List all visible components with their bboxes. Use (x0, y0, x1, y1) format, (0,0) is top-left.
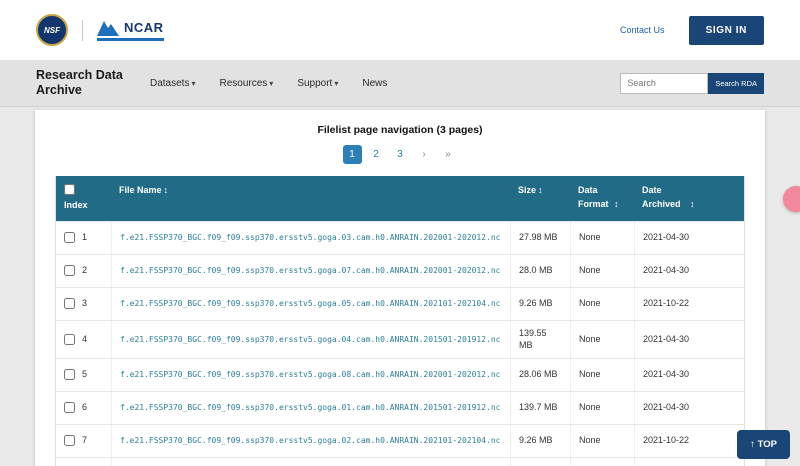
file-format: None (570, 392, 634, 424)
file-link[interactable]: f.e21.FSSP370_BGC.f09_f09.ssp370.ersstv5… (120, 334, 501, 345)
file-format: None (570, 321, 634, 358)
row-checkbox[interactable] (64, 402, 75, 413)
row-index: 7 (82, 434, 87, 447)
pagination: 123 › » (55, 145, 745, 164)
file-date: 2021-04-30 (634, 392, 744, 424)
header-index: Index (56, 176, 111, 221)
table-row: 6 f.e21.FSSP370_BGC.f09_f09.ssp370.ersst… (56, 391, 744, 424)
sort-icon[interactable]: ↕ (538, 185, 543, 195)
file-date: 2021-04-30 (634, 255, 744, 287)
file-link[interactable]: f.e21.FSSP370_BGC.f09_f09.ssp370.ersstv5… (120, 369, 501, 380)
select-all-checkbox[interactable] (64, 184, 75, 195)
file-size: 139.78 MB (510, 458, 570, 466)
file-link[interactable]: f.e21.FSSP370_BGC.f09_f09.ssp370.ersstv5… (120, 265, 501, 276)
chevron-down-icon: ▾ (191, 79, 195, 88)
header-date-archived[interactable]: Date Archived↕ (634, 176, 744, 221)
nav-item-support[interactable]: Support▾ (297, 78, 338, 89)
file-link[interactable]: f.e21.FSSP370_BGC.f09_f09.ssp370.ersstv5… (120, 232, 501, 243)
table-header-row: Index File Name↕ Size↕ Data Format↕ Date… (56, 176, 744, 221)
row-checkbox[interactable] (64, 232, 75, 243)
row-index: 2 (82, 264, 87, 277)
pagination-title: Filelist page navigation (3 pages) (55, 124, 745, 136)
header-file-name[interactable]: File Name↕ (111, 176, 510, 221)
sort-icon[interactable]: ↕ (690, 199, 695, 209)
row-index: 1 (82, 231, 87, 244)
table-body: 1 f.e21.FSSP370_BGC.f09_f09.ssp370.ersst… (56, 221, 744, 466)
file-size: 9.26 MB (510, 425, 570, 457)
row-index: 5 (82, 368, 87, 381)
table-row: 7 f.e21.FSSP370_BGC.f09_f09.ssp370.ersst… (56, 424, 744, 457)
file-size: 139.55 MB (510, 321, 570, 358)
ncar-logo-text: NCAR (124, 20, 164, 35)
last-page-button[interactable]: » (439, 145, 458, 164)
search-rda-button[interactable]: Search RDA (708, 73, 764, 94)
file-link[interactable]: f.e21.FSSP370_BGC.f09_f09.ssp370.ersstv5… (120, 435, 501, 446)
table-row: 2 f.e21.FSSP370_BGC.f09_f09.ssp370.ersst… (56, 254, 744, 287)
file-format: None (570, 458, 634, 466)
top-header: NSF NCAR Contact Us SIGN IN (0, 0, 800, 60)
search-input[interactable] (620, 73, 708, 94)
page: NSF NCAR Contact Us SIGN IN Research Dat… (0, 0, 800, 466)
row-checkbox[interactable] (64, 265, 75, 276)
table-row: 1 f.e21.FSSP370_BGC.f09_f09.ssp370.ersst… (56, 221, 744, 254)
sign-in-button[interactable]: SIGN IN (689, 16, 764, 45)
row-index: 6 (82, 401, 87, 414)
chevron-down-icon: ▾ (269, 79, 273, 88)
table-row: 3 f.e21.FSSP370_BGC.f09_f09.ssp370.ersst… (56, 287, 744, 320)
page-button-1[interactable]: 1 (343, 145, 362, 164)
up-arrow-icon: ↑ (750, 439, 755, 450)
page-button-3[interactable]: 3 (391, 145, 410, 164)
sort-icon[interactable]: ↕ (164, 185, 169, 195)
table-row: 5 f.e21.FSSP370_BGC.f09_f09.ssp370.ersst… (56, 358, 744, 391)
file-size: 28.0 MB (510, 255, 570, 287)
ncar-logo-bar (97, 38, 164, 41)
chevron-down-icon: ▾ (334, 79, 338, 88)
row-checkbox[interactable] (64, 334, 75, 345)
file-size: 9.26 MB (510, 288, 570, 320)
header-size[interactable]: Size↕ (510, 176, 570, 221)
file-format: None (570, 425, 634, 457)
header-data-format[interactable]: Data Format↕ (570, 176, 634, 221)
file-date: 2021-04-30 (634, 321, 744, 358)
nav-item-resources[interactable]: Resources▾ (219, 78, 273, 89)
back-to-top-button[interactable]: ↑ TOP (737, 430, 790, 459)
file-format: None (570, 255, 634, 287)
file-link[interactable]: f.e21.FSSP370_BGC.f09_f09.ssp370.ersstv5… (120, 402, 501, 413)
file-date: 2021-04-30 (634, 359, 744, 391)
header-index-label: Index (64, 199, 88, 213)
row-checkbox[interactable] (64, 298, 75, 309)
contact-us-link[interactable]: Contact Us (620, 25, 665, 35)
file-date: 2021-04-30 (634, 458, 744, 466)
file-link[interactable]: f.e21.FSSP370_BGC.f09_f09.ssp370.ersstv5… (120, 298, 501, 309)
content-area: Filelist page navigation (3 pages) 123›»… (0, 108, 800, 466)
file-format: None (570, 359, 634, 391)
file-date: 2021-04-30 (634, 222, 744, 254)
main-navbar: Research Data Archive Datasets▾ Resource… (0, 60, 800, 107)
file-size: 27.98 MB (510, 222, 570, 254)
next-page-button[interactable]: › (415, 145, 434, 164)
table-row: 8 f.e21.FSSP370_BGC.f09_f09.ssp370.ersst… (56, 457, 744, 466)
row-checkbox[interactable] (64, 369, 75, 380)
sort-icon[interactable]: ↕ (614, 199, 619, 209)
file-date: 2021-10-22 (634, 425, 744, 457)
nsf-logo-icon[interactable]: NSF (36, 14, 68, 46)
file-format: None (570, 288, 634, 320)
file-size: 139.7 MB (510, 392, 570, 424)
row-checkbox[interactable] (64, 435, 75, 446)
file-date: 2021-10-22 (634, 288, 744, 320)
ncar-logo[interactable]: NCAR (82, 20, 164, 41)
file-format: None (570, 222, 634, 254)
nav-item-news[interactable]: News (362, 78, 387, 89)
row-index: 3 (82, 297, 87, 310)
filelist-table: Index File Name↕ Size↕ Data Format↕ Date… (55, 176, 745, 466)
page-button-2[interactable]: 2 (367, 145, 386, 164)
ncar-chevron-icon (97, 20, 119, 36)
nav-item-datasets[interactable]: Datasets▾ (150, 78, 195, 89)
filelist-card: Filelist page navigation (3 pages) 123›»… (35, 110, 765, 466)
file-size: 28.06 MB (510, 359, 570, 391)
row-index: 4 (82, 333, 87, 346)
table-row: 4 f.e21.FSSP370_BGC.f09_f09.ssp370.ersst… (56, 320, 744, 358)
site-title[interactable]: Research Data Archive (36, 68, 126, 98)
main-nav: Datasets▾ Resources▾ Support▾ News (150, 78, 411, 89)
